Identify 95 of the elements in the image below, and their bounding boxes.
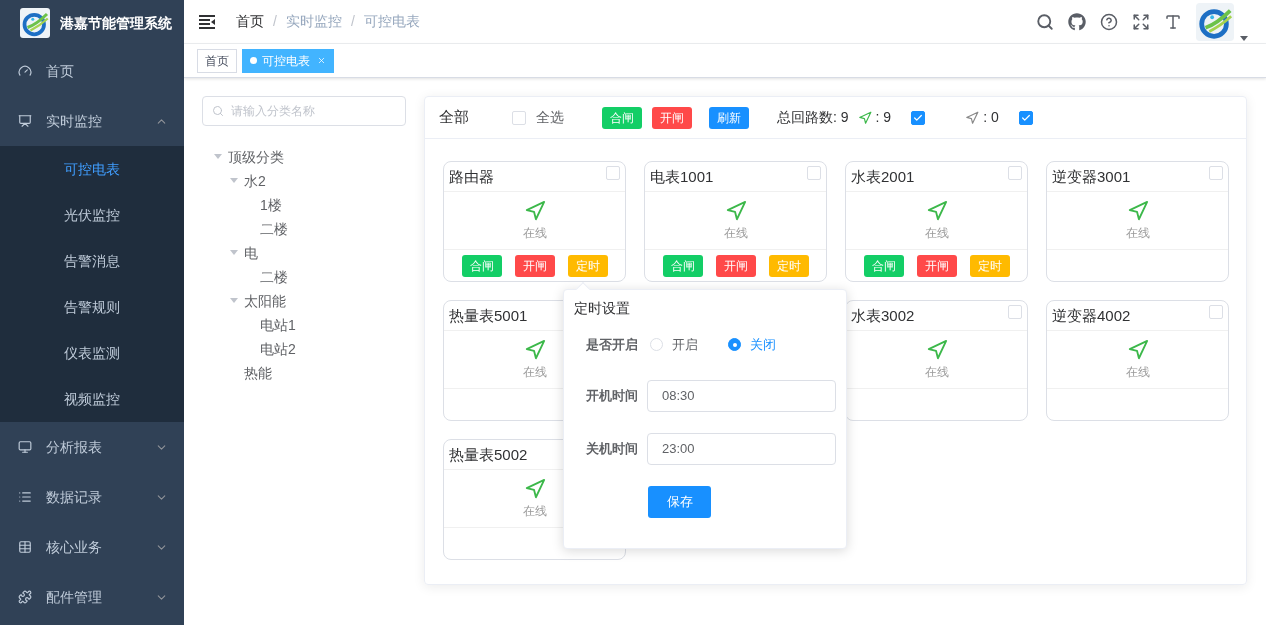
- filter-checkbox[interactable]: [1018, 110, 1033, 125]
- radio-option[interactable]: 关闭: [728, 335, 776, 355]
- device-checkbox[interactable]: [1008, 166, 1022, 180]
- check-icon: [1020, 112, 1031, 123]
- font-size-icon[interactable]: [1164, 12, 1182, 31]
- fullscreen-icon[interactable]: [1132, 12, 1150, 31]
- status-text: 在线: [924, 363, 949, 381]
- popover-title: 定时设置: [574, 299, 631, 318]
- device-name: 水表3002: [851, 306, 915, 326]
- submenu-item[interactable]: 光伏监控: [0, 192, 184, 238]
- caret-icon[interactable]: [230, 298, 238, 304]
- caret-down-icon[interactable]: [1240, 35, 1248, 41]
- breadcrumb-separator: /: [350, 12, 355, 31]
- submenu-item[interactable]: 告警消息: [0, 238, 184, 284]
- action-button[interactable]: 开闸: [514, 254, 555, 277]
- tree-node-label[interactable]: 热能: [244, 362, 272, 384]
- menu-icon: [18, 590, 32, 604]
- action-button[interactable]: 开闸: [916, 254, 957, 277]
- device-name: 电表1001: [650, 167, 714, 187]
- count-text: : 0: [983, 108, 999, 127]
- search-field[interactable]: 请输入分类名称: [202, 96, 406, 126]
- tree-node-label[interactable]: 太阳能: [244, 290, 286, 312]
- tree-node-label[interactable]: 二楼: [260, 266, 288, 288]
- device-checkbox[interactable]: [807, 166, 821, 180]
- status-text: 在线: [522, 502, 547, 520]
- caret-icon[interactable]: [230, 178, 238, 184]
- action-button[interactable]: 开闸: [652, 106, 692, 129]
- breadcrumb-item: 可控电表: [363, 12, 420, 31]
- time-input[interactable]: 23:00: [647, 432, 836, 465]
- device-checkbox[interactable]: [1008, 305, 1022, 319]
- status-text: 在线: [924, 224, 949, 242]
- tree-node-label[interactable]: 二楼: [260, 218, 288, 240]
- menu-icon: [18, 114, 32, 128]
- close-icon[interactable]: [317, 56, 326, 65]
- menu-icon: [18, 490, 32, 504]
- device-name: 热量表5001: [449, 306, 528, 326]
- caret-icon[interactable]: [214, 154, 222, 160]
- device-checkbox[interactable]: [1209, 166, 1223, 180]
- total-count: 总回路数: 9: [777, 108, 849, 127]
- device-name: 逆变器3001: [1052, 167, 1131, 187]
- action-button[interactable]: 开闸: [715, 254, 756, 277]
- menu-item[interactable]: 配件管理: [0, 572, 184, 622]
- menu-item[interactable]: 核心业务: [0, 522, 184, 572]
- form-label: 是否开启: [586, 336, 639, 354]
- submenu-item[interactable]: 告警规则: [0, 284, 184, 330]
- status-text: 在线: [522, 224, 547, 242]
- menu-item[interactable]: 实时监控: [0, 96, 184, 146]
- menu-fold-icon[interactable]: [198, 13, 216, 30]
- device-name: 热量表5002: [449, 445, 528, 465]
- search-icon[interactable]: [1036, 12, 1054, 31]
- select-all-label[interactable]: 全选: [536, 107, 602, 128]
- menu-item[interactable]: 数据记录: [0, 472, 184, 522]
- device-checkbox[interactable]: [606, 166, 620, 180]
- status-text: 在线: [723, 224, 748, 242]
- device-name: 水表2001: [851, 167, 915, 187]
- tree-node-label[interactable]: 电站1: [260, 314, 296, 336]
- device-checkbox[interactable]: [1209, 305, 1223, 319]
- submenu-item[interactable]: 可控电表: [0, 146, 184, 192]
- status-text: 在线: [1125, 224, 1150, 242]
- select-all-checkbox[interactable]: [512, 110, 526, 125]
- form-label: 关机时间: [586, 439, 639, 458]
- logo-icon: [20, 8, 50, 38]
- filter-checkbox[interactable]: [911, 110, 926, 125]
- check-icon: [913, 112, 924, 123]
- app-title: 港嘉节能管理系统: [60, 13, 172, 33]
- help-icon[interactable]: [1100, 12, 1118, 31]
- caret-icon[interactable]: [230, 250, 238, 256]
- tag-tab[interactable]: 首页: [197, 48, 237, 73]
- device-name: 逆变器4002: [1052, 306, 1131, 326]
- menu-item[interactable]: 首页: [0, 46, 184, 96]
- menu-item[interactable]: 分析报表: [0, 422, 184, 472]
- submenu-item[interactable]: 视频监控: [0, 376, 184, 422]
- status-text: 在线: [522, 363, 547, 381]
- tree-node-label[interactable]: 水2: [244, 170, 266, 192]
- device-name: 路由器: [449, 167, 494, 187]
- tree-node-label[interactable]: 顶级分类: [228, 146, 284, 168]
- breadcrumb-separator: /: [273, 12, 277, 31]
- panel-title: 全部: [439, 107, 470, 128]
- menu-icon: [18, 440, 32, 454]
- breadcrumb-item[interactable]: 首页: [236, 11, 264, 32]
- status-text: 在线: [1125, 363, 1150, 381]
- search-icon: [212, 105, 224, 117]
- menu-icon: [18, 64, 32, 78]
- menu-icon: [18, 540, 32, 554]
- breadcrumb-item: 实时监控: [285, 12, 342, 31]
- submenu-item[interactable]: 仪表监测: [0, 330, 184, 376]
- github-icon[interactable]: [1068, 12, 1086, 31]
- avatar-logo-icon: [1196, 2, 1234, 41]
- tree-node-label[interactable]: 电: [244, 242, 258, 264]
- tree-node-label[interactable]: 1楼: [260, 194, 282, 216]
- form-label: 开机时间: [586, 386, 639, 405]
- tree-node-label[interactable]: 电站2: [260, 338, 296, 360]
- radio-option[interactable]: 开启: [650, 335, 698, 355]
- count-text: : 9: [875, 108, 892, 127]
- time-input[interactable]: 08:30: [647, 379, 836, 412]
